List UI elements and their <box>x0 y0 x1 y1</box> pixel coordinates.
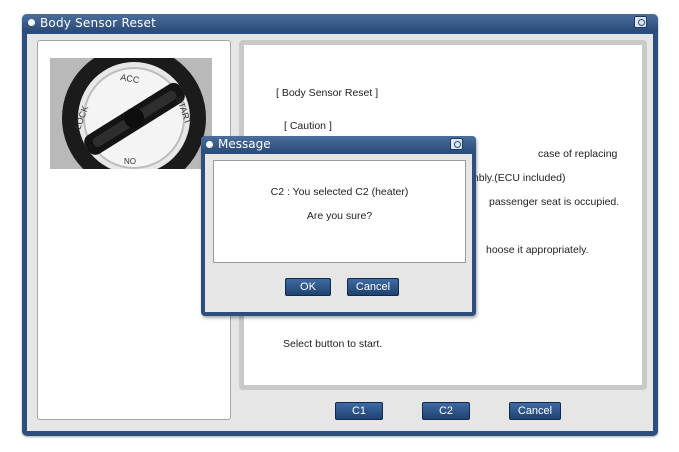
dialog-title: Message <box>218 137 271 151</box>
info-line-2: mbly.(ECU included) <box>470 172 566 184</box>
dialog-message-line-1: C2 : You selected C2 (heater) <box>270 186 409 198</box>
ignition-switch-photo: LOCK ACC START ON <box>50 58 212 169</box>
info-line-4: hoose it appropriately. <box>486 244 589 256</box>
window-capture-icon[interactable] <box>634 16 647 28</box>
dialog-message-box: C2 : You selected C2 (heater) Are you su… <box>213 160 466 263</box>
caution-label: [ Caution ] <box>284 120 332 132</box>
dialog-titlebar: Message <box>201 136 476 153</box>
ignition-switch-image: LOCK ACC START ON <box>50 58 212 169</box>
window-titlebar: Body Sensor Reset <box>22 14 658 32</box>
dialog-message-line-2: Are you sure? <box>306 210 373 222</box>
window-menu-icon[interactable] <box>28 19 35 26</box>
info-heading: [ Body Sensor Reset ] <box>276 87 379 99</box>
info-line-3: passenger seat is occupied. <box>489 196 620 208</box>
dialog-body: C2 : You selected C2 (heater) Are you su… <box>205 154 472 312</box>
c2-button[interactable]: C2 <box>422 402 470 420</box>
dialog-cancel-button[interactable]: Cancel <box>347 278 399 296</box>
dialog-ok-button[interactable]: OK <box>285 278 331 296</box>
dialog-menu-icon[interactable] <box>206 141 213 148</box>
cancel-button[interactable]: Cancel <box>509 402 561 420</box>
window-title: Body Sensor Reset <box>40 16 156 30</box>
message-dialog: Message C2 : You selected C2 (heater) Ar… <box>201 136 476 316</box>
info-line-1: case of replacing <box>538 148 618 160</box>
start-instruction: Select button to start. <box>283 338 383 350</box>
c1-button[interactable]: C1 <box>335 402 383 420</box>
dialog-capture-icon[interactable] <box>450 138 463 150</box>
on-label: ON <box>124 156 136 165</box>
